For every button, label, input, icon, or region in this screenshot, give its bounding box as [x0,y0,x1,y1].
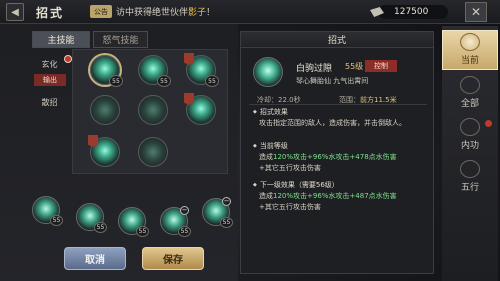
loadout-slot[interactable]: 55 [76,203,107,233]
current-prefix: 造成 [259,153,273,161]
loadout-level-badge: 55 [220,217,233,228]
section-next-title: 下一级效果（需要56级） [253,180,339,190]
side-item-shuchu[interactable]: 输出 [34,74,66,86]
skill-slot[interactable] [138,137,168,167]
tab-rage-skills[interactable]: 怒气技能 [93,31,148,48]
skill-slot[interactable] [184,93,216,125]
detail-header: 招式 [241,32,433,48]
skill-detail-panel: 招式 白驹过隙 55级 控制 琴心舞胎仙 九气出霄间 冷却：22.0秒 范围：前… [240,31,434,274]
current-effect: 造成120%攻击+96%水攻击+478点水伤害 +其它五行攻击伤害 [259,152,427,174]
notice-badge: 公告 [90,5,112,18]
nav-label: 五行 [460,183,479,193]
loadout-slot[interactable]: 55 [118,207,149,237]
range-label: 范围： [339,96,360,104]
remove-icon[interactable]: − [180,206,189,215]
skill-level-badge: 55 [109,75,123,87]
skill-slot[interactable] [138,95,168,125]
notice-prefix: 访中获得绝世伙伴 [116,8,189,18]
page-title: 招式 [36,6,65,20]
top-bar: ◀ 招式 公告 访中获得绝世伙伴影子！ 127500 ✕ [0,0,500,24]
currency-value: 127500 [394,7,429,17]
skill-slot[interactable]: 55 [90,55,123,87]
back-button[interactable]: ◀ [6,3,24,21]
skill-type-badge: 控制 [365,60,397,72]
nav-tab-all[interactable]: 全部 [442,72,498,112]
currency-display: 127500 [370,5,448,19]
save-button[interactable]: 保存 [142,247,204,270]
skill-level: 55级 [345,62,364,71]
back-arrow-icon: ◀ [11,6,19,18]
all-icon [460,76,480,94]
loadout-level-badge: 55 [94,222,107,233]
skill-tag-icon [184,53,194,65]
current-damage: 120%攻击+96%水攻击+478点水伤害 [273,153,397,161]
loadout-slot[interactable]: − 55 [202,197,233,228]
cancel-button[interactable]: 取消 [64,247,126,270]
skill-slot[interactable] [90,95,120,125]
skill-slot[interactable] [88,135,120,167]
next-extra: +其它五行攻击伤害 [259,203,321,211]
notice-text: 访中获得绝世伙伴影子！ [116,5,215,18]
current-icon [460,33,480,51]
close-icon: ✕ [470,5,482,19]
skill-icon [253,57,283,87]
nav-tab-current[interactable]: 当前 [442,30,498,70]
tab-main-skills[interactable]: 主技能 [32,31,90,48]
nav-label: 全部 [460,99,479,109]
next-effect: 造成120%攻击+96%水攻击+487点水伤害 +其它五行攻击伤害 [259,191,427,213]
skill-name: 白驹过隙 [296,64,333,74]
next-prefix: 造成 [259,192,273,200]
current-extra: +其它五行攻击伤害 [259,164,321,172]
loadout-level-badge: 55 [136,226,149,237]
neigong-icon [460,118,480,136]
loadout-level-badge: 55 [178,226,191,237]
skill-level-badge: 55 [157,75,171,87]
next-damage: 120%攻击+96%水攻击+487点水伤害 [273,192,397,200]
side-item-sanzhao[interactable]: 散招 [32,93,67,111]
screen: ◀ 招式 公告 访中获得绝世伙伴影子！ 127500 ✕ 主技能 怒气技能 玄化… [0,0,500,281]
loadout-slot[interactable]: − 55 [160,206,191,237]
nav-label: 内功 [460,141,479,151]
notice-suffix: ！ [206,8,216,18]
close-button[interactable]: ✕ [465,2,487,22]
notification-dot [64,55,72,63]
notice-highlight: 影子 [188,8,207,18]
skill-tag-icon [88,135,98,147]
skill-slot[interactable]: 55 [184,53,219,87]
loadout-slot[interactable]: 55 [32,196,63,226]
nav-tab-wuxing[interactable]: 五行 [442,156,498,196]
skill-subtitle: 琴心舞胎仙 九气出霄间 [296,77,369,85]
effect-text: 攻击指定范围的敌人，造成伤害，并击倒敌人。 [259,119,406,127]
currency-icon [370,7,384,17]
remove-icon[interactable]: − [222,197,231,206]
side-item-xuanhua[interactable]: 玄化 [32,55,67,73]
skill-level-badge: 55 [205,75,219,87]
skill-slot[interactable]: 55 [138,55,171,87]
notification-dot [485,120,492,127]
divider [249,104,427,105]
section-effect-title: 招式效果 [253,107,288,117]
range-value: 前方11.5米 [360,96,397,104]
skill-tag-icon [184,93,194,105]
wuxing-icon [460,160,480,178]
nav-label: 当前 [460,56,479,66]
nav-tab-neigong[interactable]: 内功 [442,114,498,154]
loadout-level-badge: 55 [50,215,63,226]
section-current-title: 当前等级 [253,141,288,151]
